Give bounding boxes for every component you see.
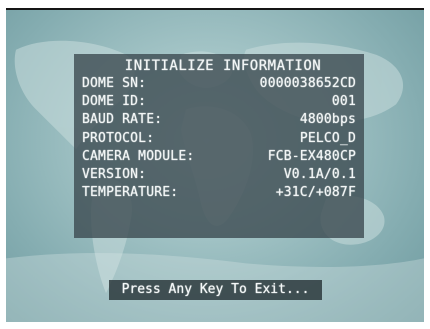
initialize-info-panel: INITIALIZE INFORMATION DOME SN: 00000386… <box>74 54 364 238</box>
info-row-temperature: TEMPERATURE: +31C/+087F <box>82 184 356 202</box>
version-value: V0.1A/0.1 <box>283 167 356 183</box>
temperature-value: +31C/+087F <box>275 185 356 201</box>
info-row-baud-rate: BAUD RATE: 4800bps <box>82 111 356 129</box>
dome-sn-label: DOME SN: <box>82 76 147 91</box>
panel-title: INITIALIZE INFORMATION <box>124 58 322 74</box>
protocol-value: PELCO_D <box>299 130 356 146</box>
info-row-camera-module: CAMERA MODULE: FCB-EX480CP <box>82 148 356 166</box>
temperature-label: TEMPERATURE: <box>82 185 179 201</box>
baud-rate-label: BAUD RATE: <box>82 112 163 128</box>
camera-module-label: CAMERA MODULE: <box>82 148 195 164</box>
video-screen: INITIALIZE INFORMATION DOME SN: 00000386… <box>6 8 424 322</box>
info-row-dome-sn: DOME SN: 0000038652CD <box>82 75 356 93</box>
protocol-label: PROTOCOL: <box>82 130 155 146</box>
camera-module-value: FCB-EX480CP <box>267 148 356 164</box>
info-row-dome-id: DOME ID: 001 <box>82 93 356 111</box>
exit-prompt[interactable]: Press Any Key To Exit... <box>109 280 322 300</box>
dome-sn-value: 0000038652CD <box>259 76 356 91</box>
info-row-protocol: PROTOCOL: PELCO_D <box>82 130 356 148</box>
version-label: VERSION: <box>82 167 147 183</box>
dome-id-value: 001 <box>331 94 356 110</box>
dome-id-label: DOME ID: <box>82 94 147 110</box>
baud-rate-value: 4800bps <box>299 112 356 128</box>
info-row-version: VERSION: V0.1A/0.1 <box>82 166 356 184</box>
